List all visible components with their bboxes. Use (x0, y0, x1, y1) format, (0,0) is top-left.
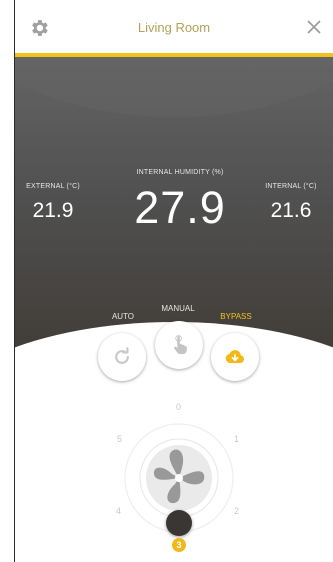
internal-humidity-label: INTERNAL HUMIDITY (%) (136, 169, 224, 176)
internal-temperature-value: 21.6 (270, 199, 312, 222)
auto-mode-button[interactable] (98, 333, 146, 381)
manual-mode-button[interactable] (155, 321, 203, 369)
cloud-download-icon (225, 350, 245, 363)
mode-label-bypass: BYPASS (220, 312, 252, 321)
header: Living Room (15, 0, 333, 56)
speed-label-4: 4 (116, 506, 122, 516)
bypass-mode-button[interactable] (211, 333, 259, 381)
fan-speed-dial[interactable]: 0 1 2 4 5 (112, 396, 256, 556)
refresh-icon (115, 347, 129, 364)
close-icon (307, 20, 321, 34)
hand-pointer-icon (174, 335, 187, 355)
current-speed-badge: 3 (172, 538, 186, 552)
speed-label-5: 5 (117, 434, 123, 444)
internal-humidity: INTERNAL HUMIDITY (%) 27.9 (115, 169, 245, 234)
external-temperature-label: EXTERNAL (°C) (26, 183, 80, 190)
speed-label-2: 2 (234, 506, 240, 516)
page-title: Living Room (137, 20, 211, 35)
fan-speed-knob[interactable] (166, 510, 192, 536)
close-button[interactable] (303, 16, 325, 38)
speed-label-0: 0 (176, 402, 182, 412)
external-temperature-value: 21.9 (32, 199, 74, 222)
internal-temperature-label: INTERNAL (°C) (265, 183, 317, 190)
mode-label-manual: MANUAL (161, 304, 195, 313)
mode-label-auto: AUTO (111, 312, 135, 321)
internal-temperature: INTERNAL (°C) 21.6 (256, 183, 326, 223)
internal-humidity-value: 27.9 (134, 182, 226, 233)
speed-label-1: 1 (234, 434, 240, 444)
external-temperature: EXTERNAL (°C) 21.9 (20, 183, 86, 223)
panel-decoration (15, 57, 333, 117)
